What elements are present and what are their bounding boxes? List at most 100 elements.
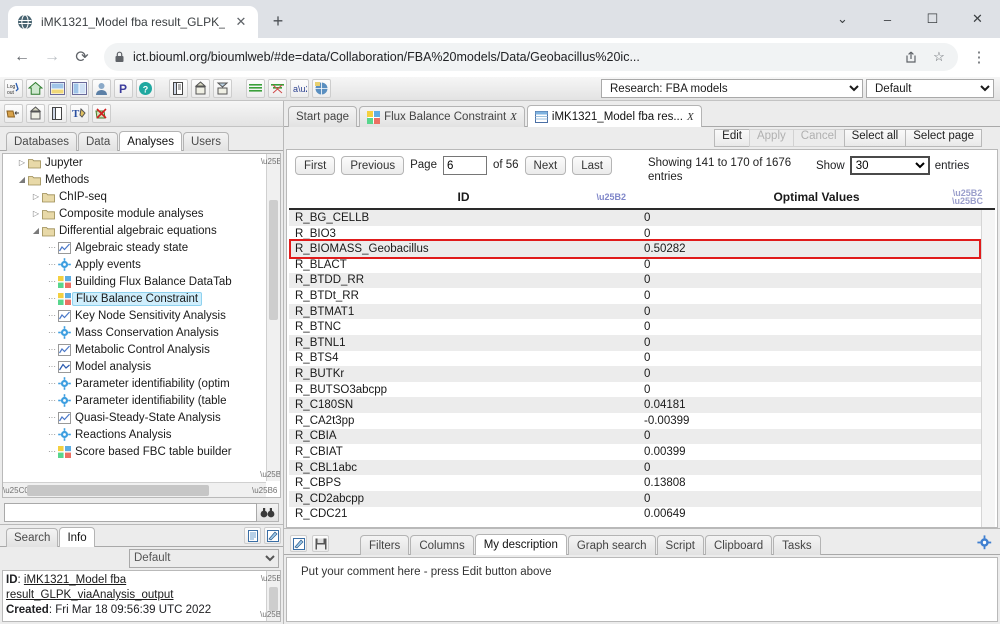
close-icon[interactable]: ✕: [233, 14, 249, 30]
view-tab-flux-balance-constraint[interactable]: Flux Balance Constraint X: [359, 106, 525, 128]
bottom-tab-clipboard[interactable]: Clipboard: [704, 535, 773, 555]
layout-vertical-icon[interactable]: [70, 79, 89, 99]
analyses-tree[interactable]: ▷ Jupyter ◢ Methods ▷ ChIP-seq ▷ Composite modu…: [2, 153, 281, 498]
close-icon[interactable]: X: [687, 111, 694, 123]
first-page-button[interactable]: First: [295, 156, 336, 176]
copy-icon[interactable]: [48, 104, 67, 124]
bottom-tab-filters[interactable]: Filters: [360, 535, 410, 555]
address-bar[interactable]: ict.biouml.org/bioumlweb/#de=data/Collab…: [104, 43, 958, 72]
maximize-button[interactable]: ☐: [910, 0, 955, 38]
scroll-down-icon[interactable]: \u25BC: [260, 607, 280, 621]
filter-icon[interactable]: [268, 79, 287, 99]
tree-toggle-icon[interactable]: ◢: [17, 175, 27, 184]
bottom-tab-tasks[interactable]: Tasks: [773, 535, 821, 555]
search-input[interactable]: [4, 502, 257, 522]
info-view-select[interactable]: Default: [129, 548, 279, 568]
table-row[interactable]: R_BTS4 0: [289, 351, 995, 367]
preferences-icon[interactable]: P: [114, 79, 133, 99]
tree-item-methods[interactable]: ◢ Methods: [3, 171, 266, 188]
table-row[interactable]: R_BTDt_RR 0: [289, 288, 995, 304]
tree-item-apply-events[interactable]: ··· Apply events: [3, 256, 266, 273]
sidebar-tab-data[interactable]: Data: [77, 132, 119, 152]
column-header-optimal-values[interactable]: Optimal Values \u25B2 \u25BC: [638, 188, 995, 208]
close-window-button[interactable]: ✕: [955, 0, 1000, 38]
tree-toggle-icon[interactable]: ▷: [31, 192, 41, 201]
help-icon[interactable]: ?: [136, 79, 155, 99]
import-icon[interactable]: [191, 79, 210, 99]
export-icon[interactable]: [213, 79, 232, 99]
edit-icon[interactable]: [290, 535, 307, 552]
tree-toggle-icon[interactable]: ◢: [31, 226, 41, 235]
scroll-down-icon[interactable]: \u25BC: [260, 467, 280, 481]
open-document-icon[interactable]: [169, 79, 188, 99]
scroll-up-icon[interactable]: \u25B2: [261, 571, 280, 585]
select-all-button[interactable]: Select all: [843, 129, 907, 148]
tree-toggle-icon[interactable]: ···: [47, 430, 57, 439]
bottom-tab-script[interactable]: Script: [656, 535, 704, 555]
gear-icon[interactable]: [974, 532, 994, 552]
tree-item-building-flux-balance-datatab[interactable]: ··· Building Flux Balance DataTab: [3, 273, 266, 290]
table-row[interactable]: R_BLACT 0: [289, 257, 995, 273]
info-vertical-scrollbar[interactable]: \u25B2 \u25BC: [260, 571, 280, 621]
table-vertical-scrollbar[interactable]: [981, 210, 995, 527]
hscroll-thumb[interactable]: [27, 484, 209, 496]
delete-icon[interactable]: [92, 104, 111, 124]
table-row[interactable]: R_BUTKr 0: [289, 366, 995, 382]
info-field-value-id[interactable]: iMK1321_Model fba result_GLPK_viaAnalysi…: [6, 574, 174, 601]
scroll-thumb[interactable]: [269, 200, 278, 321]
bookmark-star-icon[interactable]: ☆: [930, 49, 948, 65]
previous-page-button[interactable]: Previous: [341, 156, 405, 176]
tree-toggle-icon[interactable]: ▷: [31, 209, 41, 218]
tree-toggle-icon[interactable]: ···: [47, 311, 57, 320]
tree-toggle-icon[interactable]: ▷: [17, 158, 27, 167]
table-row[interactable]: R_CBIAT 0.00399: [289, 444, 995, 460]
tree-toggle-icon[interactable]: ···: [47, 379, 57, 388]
tree-toggle-icon[interactable]: ···: [47, 277, 57, 286]
back-icon[interactable]: ←: [8, 43, 36, 71]
info-tab-search[interactable]: Search: [6, 528, 59, 547]
globe-search-icon[interactable]: [312, 79, 331, 99]
tree-item-mass-conservation-analysis[interactable]: ··· Mass Conservation Analysis: [3, 324, 266, 341]
layout-horizontal-icon[interactable]: [48, 79, 67, 99]
upload-icon[interactable]: [26, 104, 45, 124]
ab-icon[interactable]: a\u2022b: [290, 79, 309, 99]
forward-icon[interactable]: →: [38, 43, 66, 71]
tree-item-chip-seq[interactable]: ▷ ChIP-seq: [3, 188, 266, 205]
table-row[interactable]: R_CDC21 0.00649: [289, 507, 995, 523]
view-tab-imk1321-result[interactable]: iMK1321_Model fba res... X: [526, 105, 702, 128]
logout-icon[interactable]: Log out: [4, 79, 23, 99]
edit-button[interactable]: Edit: [714, 129, 750, 148]
page-size-select[interactable]: 30: [849, 156, 930, 176]
table-row[interactable]: R_CBIA 0: [289, 428, 995, 445]
tree-toggle-icon[interactable]: ···: [47, 243, 57, 252]
binoculars-icon[interactable]: [257, 502, 279, 522]
user-icon[interactable]: [92, 79, 111, 99]
reload-icon[interactable]: ⟳: [68, 43, 96, 71]
bottom-tab-graph-search[interactable]: Graph search: [567, 535, 656, 555]
sidebar-tab-users[interactable]: Users: [182, 132, 229, 152]
table-row[interactable]: R_BTDD_RR 0: [289, 272, 995, 289]
bottom-tab-columns[interactable]: Columns: [410, 535, 474, 555]
tree-item-metabolic-control-analysis[interactable]: ··· Metabolic Control Analysis: [3, 341, 266, 358]
tree-item-differential-algebraic-equations[interactable]: ◢ Differential algebraic equations: [3, 222, 266, 239]
tree-item-composite-module-analyses[interactable]: ▷ Composite module analyses: [3, 205, 266, 222]
tree-item-quasi-steady-state-analysis[interactable]: ··· Quasi-Steady-State Analysis: [3, 409, 266, 426]
info-tab-info[interactable]: Info: [59, 527, 95, 547]
sidebar-tab-databases[interactable]: Databases: [6, 132, 77, 152]
bottom-tab-my-description[interactable]: My description: [474, 534, 567, 555]
tree-item-reactions-analysis[interactable]: ··· Reactions Analysis: [3, 426, 266, 443]
table-row[interactable]: R_BTNL1 0: [289, 335, 995, 351]
browser-menu-icon[interactable]: ⋮: [966, 43, 992, 71]
tree-toggle-icon[interactable]: ···: [47, 396, 57, 405]
tree-item-algebraic-steady-state[interactable]: ··· Algebraic steady state: [3, 239, 266, 256]
scroll-left-icon[interactable]: \u25C0: [3, 486, 29, 495]
table-row[interactable]: R_BTMAT1 0: [289, 303, 995, 320]
table-row[interactable]: R_CD2abcpp 0: [289, 490, 995, 507]
tab-search-icon[interactable]: ⌄: [820, 0, 865, 38]
tree-item-parameter-identifiability-table[interactable]: ··· Parameter identifiability (table: [3, 392, 266, 409]
tree-toggle-icon[interactable]: ···: [47, 260, 57, 269]
save-icon[interactable]: [312, 535, 329, 552]
next-page-button[interactable]: Next: [524, 156, 567, 176]
home-icon[interactable]: [26, 79, 45, 99]
view-tab-start-page[interactable]: Start page: [288, 106, 358, 128]
